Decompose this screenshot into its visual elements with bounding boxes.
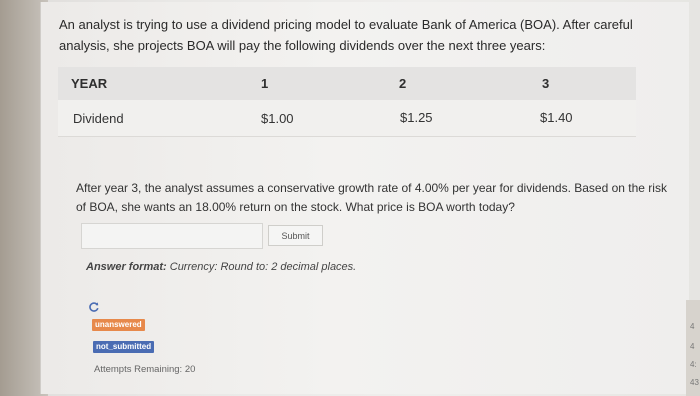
dividend-table-header: YEAR 1 2 3 [58, 67, 636, 100]
dividend-row: Dividend $1.00 $1.25 $1.40 [58, 100, 636, 137]
edge-number: 43 [690, 378, 699, 387]
answer-format: Answer format: Currency: Round to: 2 dec… [86, 261, 356, 273]
edge-number: 4 [690, 322, 695, 331]
refresh-icon[interactable] [88, 300, 100, 312]
header-year-1: 1 [261, 76, 269, 91]
dividend-year-1: $1.00 [261, 111, 294, 126]
edge-number: 4: [690, 360, 697, 369]
answer-format-label: Answer format: [86, 261, 167, 273]
dividend-year-2: $1.25 [400, 110, 433, 125]
submit-button[interactable]: Submit [268, 225, 323, 246]
status-badge-not-submitted: not_submitted [93, 341, 155, 353]
row-label: Dividend [73, 111, 124, 126]
dividend-year-3: $1.40 [540, 110, 573, 125]
attempts-remaining: Attempts Remaining: 20 [94, 364, 196, 375]
intro-text: An analyst is trying to use a dividend p… [59, 17, 633, 53]
question-text: After year 3, the analyst assumes a cons… [76, 181, 667, 214]
header-year-2: 2 [399, 76, 407, 91]
status-badge-unanswered: unanswered [92, 319, 145, 331]
header-year: YEAR [71, 76, 108, 91]
answer-input[interactable] [81, 223, 263, 249]
header-year-3: 3 [542, 76, 550, 91]
answer-format-text: Currency: Round to: 2 decimal places. [169, 261, 357, 273]
edge-number: 4 [690, 342, 695, 351]
